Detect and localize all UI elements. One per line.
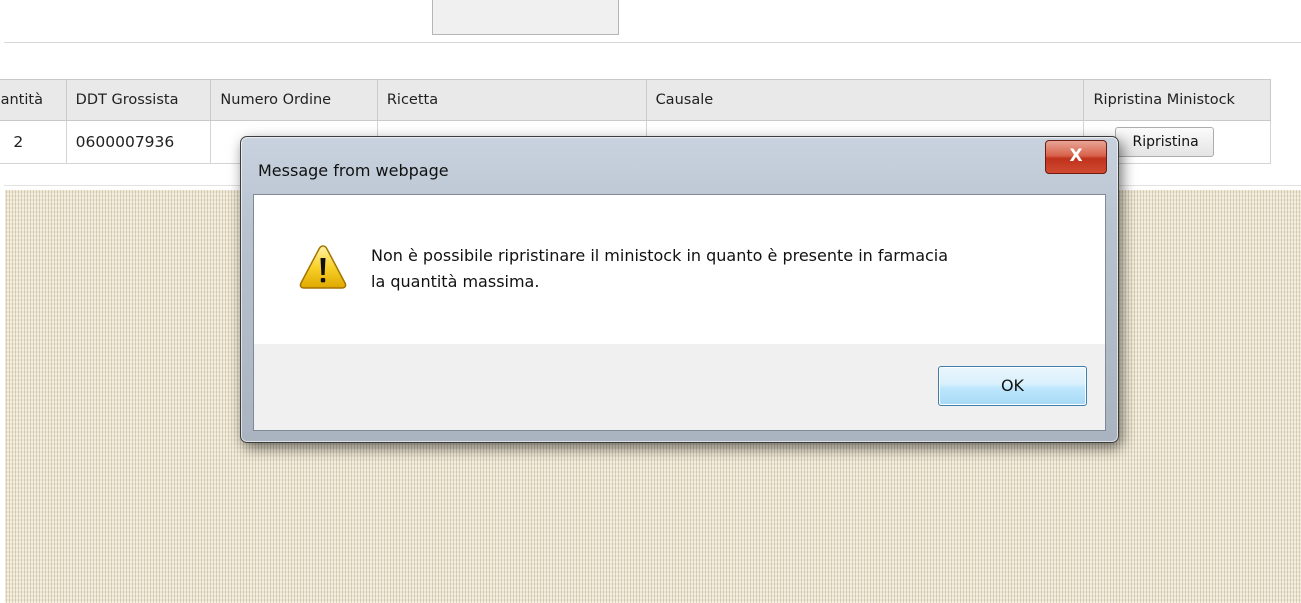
close-button[interactable]: X xyxy=(1045,140,1107,174)
dialog-body: Non è possibile ripristinare il ministoc… xyxy=(253,194,1106,431)
cell-quantita: 2 xyxy=(0,120,67,164)
header-quantita[interactable]: Quantità xyxy=(0,79,67,121)
header-ripristina-ministock[interactable]: Ripristina Ministock xyxy=(1083,79,1271,121)
header-ricetta[interactable]: Ricetta xyxy=(376,79,647,121)
dialog-footer: OK xyxy=(254,344,1105,430)
page-margin xyxy=(0,190,5,603)
ripristina-button[interactable]: Ripristina xyxy=(1115,127,1214,157)
dialog-title: Message from webpage xyxy=(258,161,449,180)
cell-ddt-grossista: 0600007936 xyxy=(65,120,212,164)
table-header-row: Quantità DDT Grossista Numero Ordine Ric… xyxy=(0,79,1271,121)
divider xyxy=(4,42,1301,43)
header-ddt-grossista[interactable]: DDT Grossista xyxy=(65,79,212,121)
header-numero-ordine[interactable]: Numero Ordine xyxy=(210,79,378,121)
dialog-message: Non è possibile ripristinare il ministoc… xyxy=(371,246,949,291)
message-dialog: Message from webpage X Non è possibile r… xyxy=(240,136,1119,443)
top-button[interactable] xyxy=(432,0,619,35)
header-causale[interactable]: Causale xyxy=(645,79,1085,121)
ok-button[interactable]: OK xyxy=(938,366,1087,406)
warning-icon xyxy=(299,245,347,289)
